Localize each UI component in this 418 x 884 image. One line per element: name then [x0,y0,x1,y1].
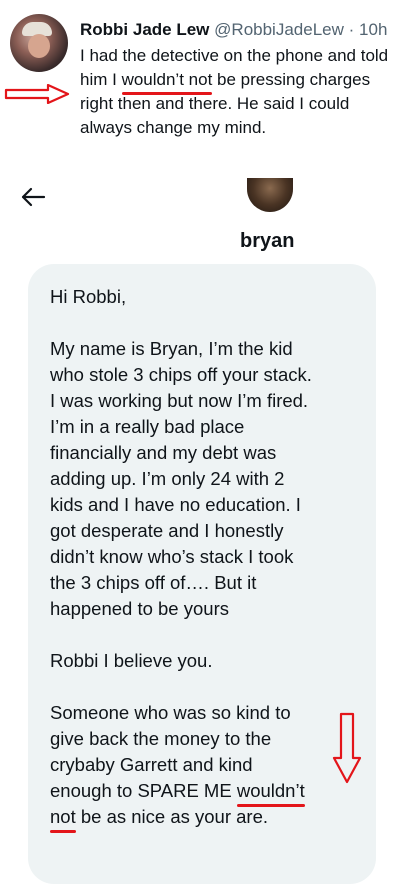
message-line: not be as nice as your are. [50,804,380,833]
message-line: didn’t know who’s stack I took [50,546,294,567]
avatar[interactable] [10,14,68,72]
underlined-phrase: wouldn’t [236,778,305,807]
red-arrow-right-icon [4,84,70,104]
contact-name: bryan [240,230,295,252]
tweet: Robbi Jade Lew @RobbiJadeLew · 10h I had… [0,0,418,160]
author-name[interactable]: Robbi Jade Lew [80,20,209,39]
tweet-header: Robbi Jade Lew @RobbiJadeLew · 10h [80,20,387,40]
tweet-text-line: right then and there. He said I could [80,94,350,113]
message-line: got desperate and I honestly [50,520,284,541]
message-line: enough to SPARE ME wouldn’t [50,778,380,807]
message-line: happened to be yours [50,598,229,619]
header-separator: · [348,20,355,39]
message-segment: be as nice as your are. [75,806,269,827]
tweet-text-line: always change my mind. [80,118,267,137]
tweet-text-line: I had the detective on the phone and tol… [80,46,389,65]
contact-avatar[interactable] [247,178,293,212]
message-line: I was working but now I’m fired. [50,390,309,411]
tweet-text-line: him I wouldn’t not be pressing charges [80,68,416,95]
message-line: adding up. I’m only 24 with 2 [50,468,285,489]
message-line: Hi Robbi, [50,286,127,307]
tweet-timestamp[interactable]: 10h [359,20,387,39]
message-line: My name is Bryan, I’m the kid [50,338,293,359]
author-handle[interactable]: @RobbiJadeLew [214,20,344,39]
arrow-left-icon[interactable] [20,186,46,208]
message-line: financially and my debt was [50,442,277,463]
tweet-text-segment: him I [80,70,122,89]
message-line: I’m in a really bad place [50,416,245,437]
underlined-phrase: wouldn’t not [121,68,212,95]
message-line: Robbi I believe you. [50,650,213,671]
underlined-phrase: not [50,804,76,833]
message-line: the 3 chips off of…. But it [50,572,257,593]
message-line: give back the money to the [50,728,272,749]
message-segment: enough to SPARE ME [50,780,237,801]
dm-screenshot: bryan Hi Robbi, My name is Bryan, I’m th… [0,160,418,884]
message-line: kids and I have no education. I [50,494,301,515]
message-line: Someone who was so kind to [50,702,291,723]
tweet-text-segment: be pressing charges [212,70,371,89]
avatar-face [28,34,50,58]
tweet-text: I had the detective on the phone and tol… [80,44,416,140]
message-line: who stole 3 chips off your stack. [50,364,312,385]
message-line: crybaby Garrett and kind [50,754,253,775]
red-arrow-down-icon [332,712,362,784]
message-text: Hi Robbi, My name is Bryan, I’m the kid … [50,284,380,833]
